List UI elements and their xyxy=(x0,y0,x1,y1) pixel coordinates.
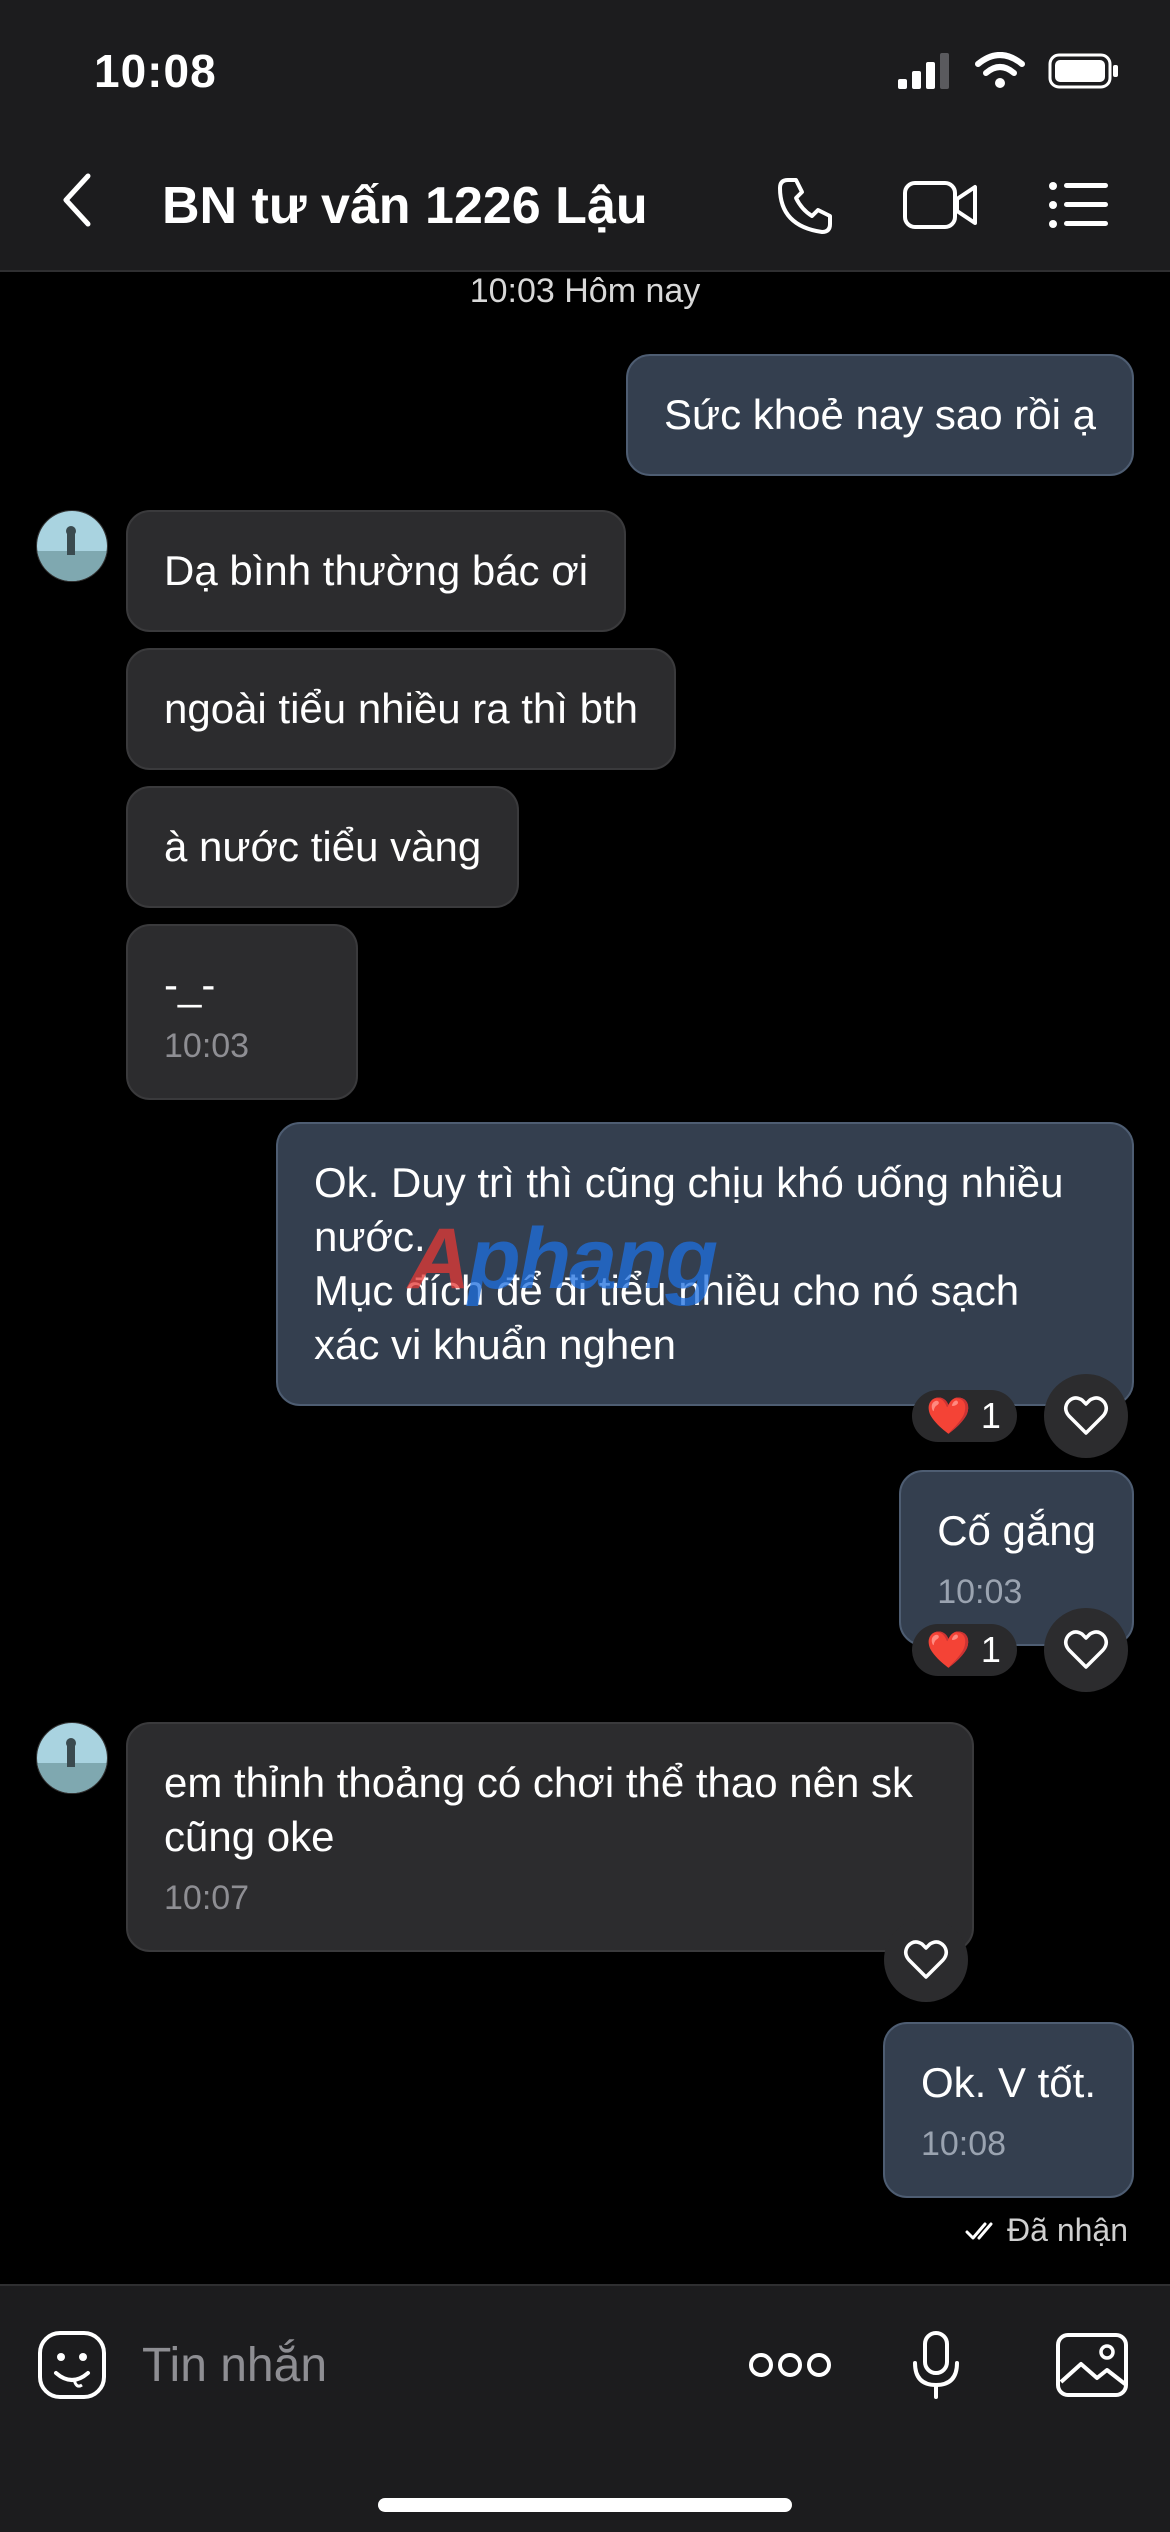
message-text: Ok. V tốt. xyxy=(920,2059,1096,2106)
heart-reaction-icon: ❤️ xyxy=(926,1395,971,1436)
reaction-count: 1 xyxy=(980,1395,1001,1436)
heart-outline-icon xyxy=(904,1940,948,1979)
message-text: à nước tiểu vàng xyxy=(164,823,482,870)
message-outgoing[interactable]: Ok. V tốt. 10:08 xyxy=(882,2022,1134,2198)
message-input[interactable]: Tin nhắn xyxy=(142,2338,327,2393)
message-incoming[interactable]: Dạ bình thường bác ơi xyxy=(126,510,627,632)
message-time: 10:03 xyxy=(937,1573,1023,1611)
date-separator: 10:03 Hôm nay xyxy=(469,272,701,310)
message-time: 10:03 xyxy=(164,1027,250,1065)
receipt-label: Đã nhận xyxy=(1007,2212,1128,2248)
signal-icon xyxy=(898,53,949,89)
menu-button[interactable] xyxy=(1046,170,1112,240)
image-icon xyxy=(1056,2333,1128,2397)
double-check-icon xyxy=(965,2222,993,2239)
battery-icon xyxy=(1048,53,1118,89)
heart-outline-icon xyxy=(1064,1630,1108,1669)
status-icons xyxy=(896,52,1120,90)
message-text: Cố gắng xyxy=(937,1507,1096,1554)
gallery-button[interactable] xyxy=(1054,2322,1130,2408)
message-incoming[interactable]: à nước tiểu vàng xyxy=(126,786,520,908)
more-icon xyxy=(749,2353,831,2377)
reaction-badge[interactable]: ❤️ 1 xyxy=(912,1624,1017,1676)
chevron-left-icon xyxy=(63,173,91,227)
reaction-count: 1 xyxy=(980,1629,1001,1670)
react-button[interactable] xyxy=(1044,1608,1128,1692)
message-incoming[interactable]: ngoài tiểu nhiều ra thì bth xyxy=(126,648,677,770)
video-call-button[interactable] xyxy=(900,170,980,240)
message-outgoing[interactable]: Sức khoẻ nay sao rồi ạ xyxy=(625,354,1134,476)
message-text: Sức khoẻ nay sao rồi ạ xyxy=(663,391,1096,438)
message-incoming[interactable]: -_- 10:03 xyxy=(126,924,358,1100)
avatar[interactable] xyxy=(36,1722,108,1794)
message-text: ngoài tiểu nhiều ra thì bth xyxy=(164,685,639,732)
video-icon xyxy=(903,181,977,229)
message-time: 10:08 xyxy=(920,2125,1007,2163)
heart-reaction-icon: ❤️ xyxy=(926,1629,971,1670)
wifi-icon xyxy=(975,52,1025,88)
read-receipt: Đã nhận xyxy=(965,2212,1128,2249)
chat-title[interactable]: BN tư vấn 1226 Lậu xyxy=(162,176,648,236)
more-button[interactable] xyxy=(748,2322,832,2408)
back-button[interactable] xyxy=(56,170,116,250)
message-time: 10:07 xyxy=(164,1879,250,1917)
message-text: Ok. Duy trì thì cũng chịu khó uống nhiều… xyxy=(314,1159,1064,1368)
phone-icon xyxy=(778,178,832,234)
avatar-image xyxy=(37,511,107,581)
react-button[interactable] xyxy=(1044,1374,1128,1458)
microphone-icon xyxy=(913,2331,959,2399)
avatar-image xyxy=(37,1723,107,1793)
call-button[interactable] xyxy=(770,170,840,240)
voice-button[interactable] xyxy=(906,2322,966,2408)
list-icon xyxy=(1049,182,1108,228)
avatar[interactable] xyxy=(36,510,108,582)
sticker-button[interactable] xyxy=(34,2322,110,2408)
message-text: Dạ bình thường bác ơi xyxy=(164,547,589,594)
react-button[interactable] xyxy=(884,1918,968,2002)
chat-area[interactable]: 10:03 Hôm nay Sức khoẻ nay sao rồi ạ Dạ … xyxy=(0,272,1170,2284)
reaction-badge[interactable]: ❤️ 1 xyxy=(912,1390,1017,1442)
home-indicator xyxy=(378,2498,792,2512)
message-input-bar: Tin nhắn xyxy=(0,2284,1170,2532)
heart-outline-icon xyxy=(1064,1396,1108,1435)
message-text: -_- xyxy=(164,961,216,1008)
message-outgoing[interactable]: Ok. Duy trì thì cũng chịu khó uống nhiều… xyxy=(276,1122,1134,1406)
top-bar: 10:08 BN tư vấn 1226 Lậu xyxy=(0,0,1170,272)
status-time: 10:08 xyxy=(94,45,217,97)
message-incoming[interactable]: em thỉnh thoảng có chơi thể thao nên sk … xyxy=(126,1722,974,1952)
message-text: em thỉnh thoảng có chơi thể thao nên sk … xyxy=(164,1759,914,1860)
sticker-icon xyxy=(38,2331,106,2399)
